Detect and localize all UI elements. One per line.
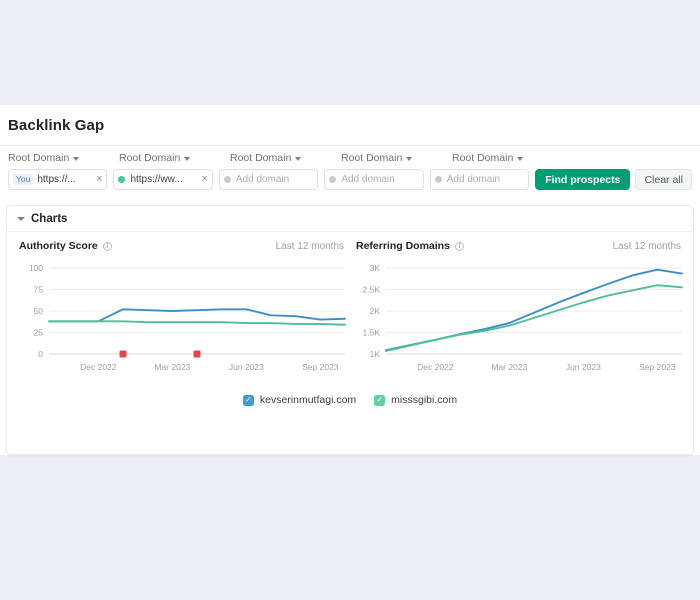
you-badge: You — [13, 173, 34, 186]
charts-body: Authority Score i Last 12 months 0 25 50 75… — [7, 232, 693, 380]
chevron-down-icon — [295, 156, 302, 161]
referring-domains-svg: 1K 1.5K 2K 2.5K 3K Dec 2022 Mar 2023 Jun 2023 Se… — [363, 263, 683, 372]
chevron-down-icon — [184, 156, 191, 161]
page-header: Backlink Gap — [0, 105, 700, 145]
legend-label-0: kevserinmutfagi.com — [259, 394, 357, 406]
domain-type-label-1: Root Domain — [8, 152, 70, 164]
info-icon[interactable]: i — [102, 241, 112, 251]
svg-text:2.5K: 2.5K — [363, 285, 381, 295]
domain-input-3[interactable]: Add domain — [218, 169, 319, 190]
domain-type-label-2: Root Domain — [119, 152, 181, 164]
svg-text:0: 0 — [38, 349, 43, 359]
domain-type-selector-3[interactable]: Root Domain — [230, 152, 341, 164]
svg-text:3K: 3K — [370, 263, 381, 273]
domain-type-selector-5[interactable]: Root Domain — [452, 152, 563, 164]
charts-legend: ✓ kevserinmutfagi.com ✓ misssgibi.com — [7, 394, 693, 406]
domain-type-selector-1[interactable]: Root Domain — [8, 152, 119, 164]
chevron-down-icon — [73, 156, 80, 161]
domain-type-selector-4[interactable]: Root Domain — [341, 152, 452, 164]
svg-text:1K: 1K — [370, 349, 381, 359]
authority-score-chart-header: Authority Score i Last 12 months — [19, 240, 344, 252]
svg-text:Dec 2022: Dec 2022 — [80, 362, 117, 372]
charts-card-title: Charts — [31, 212, 68, 225]
svg-text:Jun 2023: Jun 2023 — [229, 362, 264, 372]
page-top-spacer — [0, 0, 700, 105]
domains-toolbar: Root Domain Root Domain Root Domain Root… — [0, 145, 700, 199]
domain-type-label-5: Root Domain — [452, 152, 514, 164]
svg-text:25: 25 — [34, 328, 44, 338]
referring-domains-period: Last 12 months — [612, 241, 681, 252]
svg-text:Mar 2023: Mar 2023 — [491, 362, 527, 372]
legend-label-1: misssgibi.com — [391, 394, 458, 406]
svg-text:100: 100 — [29, 263, 43, 273]
domain-type-label-3: Root Domain — [230, 152, 292, 164]
authority-score-plot: 0 25 50 75 100 Dec 2022 Mar 2023 Jun 2023 Sep 20… — [19, 262, 346, 380]
referring-domains-chart-header: Referring Domains i Last 12 months — [356, 240, 681, 252]
close-icon[interactable]: × — [201, 174, 207, 185]
find-prospects-button[interactable]: Find prospects — [535, 169, 631, 190]
page-title: Backlink Gap — [8, 116, 105, 134]
charts-card-header[interactable]: Charts — [7, 206, 693, 232]
authority-score-title-group: Authority Score i — [19, 240, 112, 252]
referring-domains-title-group: Referring Domains i — [356, 240, 464, 252]
svg-text:Dec 2022: Dec 2022 — [417, 362, 454, 372]
chevron-down-icon — [517, 156, 524, 161]
info-icon[interactable]: i — [454, 241, 464, 251]
legend-checkbox-1[interactable]: ✓ — [374, 394, 386, 406]
svg-text:50: 50 — [34, 306, 44, 316]
legend-checkbox-0[interactable]: ✓ — [242, 394, 254, 406]
domain-input-1[interactable]: You https://... × — [8, 169, 108, 190]
authority-score-svg: 0 25 50 75 100 Dec 2022 Mar 2023 Jun 2023 Sep 20… — [29, 263, 346, 372]
status-dot-icon — [223, 176, 231, 183]
chevron-down-icon — [406, 156, 413, 161]
status-dot-icon — [118, 176, 126, 183]
chevron-down-icon[interactable] — [17, 216, 25, 221]
domain-inputs-row: You https://... × https://ww... × Add do… — [8, 169, 692, 190]
svg-text:Jun 2023: Jun 2023 — [566, 362, 601, 372]
domain-input-2[interactable]: https://ww... × — [113, 169, 213, 190]
legend-item-0[interactable]: ✓ kevserinmutfagi.com — [242, 394, 357, 406]
referring-domains-chart: Referring Domains i Last 12 months 1K 1.5… — [350, 240, 687, 380]
domain-input-1-value: https://... — [37, 174, 76, 185]
legend-item-1[interactable]: ✓ misssgibi.com — [374, 394, 457, 406]
clear-all-button[interactable]: Clear all — [635, 169, 692, 190]
domain-input-5-placeholder: Add domain — [446, 174, 501, 185]
close-icon[interactable]: × — [96, 174, 102, 185]
svg-text:Sep 2023: Sep 2023 — [302, 362, 339, 372]
referring-domains-plot: 1K 1.5K 2K 2.5K 3K Dec 2022 Mar 2023 Jun 2023 Se… — [356, 262, 683, 380]
domain-type-label-4: Root Domain — [341, 152, 403, 164]
svg-text:2K: 2K — [370, 306, 381, 316]
svg-text:Mar 2023: Mar 2023 — [154, 362, 190, 372]
app-container: Backlink Gap Root Domain Root Domain Roo… — [0, 105, 700, 455]
status-dot-icon — [329, 176, 337, 183]
domain-input-3-placeholder: Add domain — [235, 174, 290, 185]
domain-input-5[interactable]: Add domain — [429, 169, 530, 190]
authority-score-title: Authority Score — [19, 240, 98, 252]
authority-score-chart: Authority Score i Last 12 months 0 25 50 75… — [13, 240, 350, 380]
charts-card: Charts Authority Score i Last 12 months … — [6, 205, 694, 455]
domain-input-4-placeholder: Add domain — [341, 174, 395, 185]
svg-text:Sep 2023: Sep 2023 — [639, 362, 676, 372]
domain-type-selector-2[interactable]: Root Domain — [119, 152, 230, 164]
domain-input-4[interactable]: Add domain — [324, 169, 424, 190]
domain-input-2-value: https://ww... — [130, 174, 183, 185]
authority-score-period: Last 12 months — [275, 241, 344, 252]
svg-text:75: 75 — [34, 285, 44, 295]
referring-domains-title: Referring Domains — [356, 240, 450, 252]
svg-text:1.5K: 1.5K — [363, 328, 381, 338]
status-dot-icon — [434, 176, 442, 183]
domain-type-labels: Root Domain Root Domain Root Domain Root… — [8, 152, 692, 164]
